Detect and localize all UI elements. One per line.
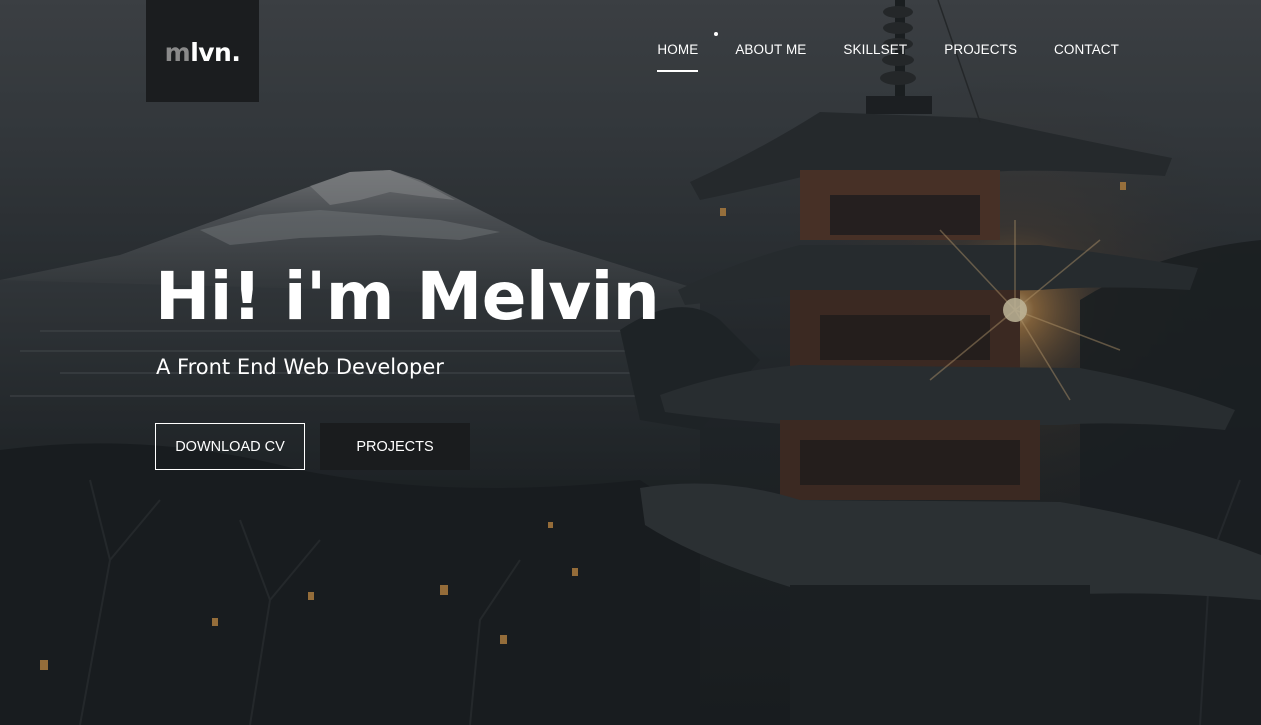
nav-contact[interactable]: CONTACT: [1054, 42, 1119, 62]
nav-about-me[interactable]: ABOUT ME: [735, 42, 806, 62]
main-nav: HOME ABOUT ME SKILLSET PROJECTS CONTACT: [657, 42, 1119, 72]
nav-skillset[interactable]: SKILLSET: [843, 42, 907, 62]
logo-text: mlvn.: [165, 36, 241, 67]
projects-button[interactable]: PROJECTS: [320, 423, 470, 470]
nav-home[interactable]: HOME: [657, 42, 699, 72]
nav-projects[interactable]: PROJECTS: [944, 42, 1017, 62]
hero-title: Hi! i'm Melvin: [155, 258, 660, 335]
nav-active-dot: [714, 32, 718, 36]
site-logo[interactable]: mlvn.: [146, 0, 259, 102]
logo-rest: lvn.: [190, 37, 241, 67]
hero-subtitle: A Front End Web Developer: [156, 355, 444, 379]
download-cv-button[interactable]: DOWNLOAD CV: [155, 423, 305, 470]
logo-prefix: m: [164, 37, 191, 67]
